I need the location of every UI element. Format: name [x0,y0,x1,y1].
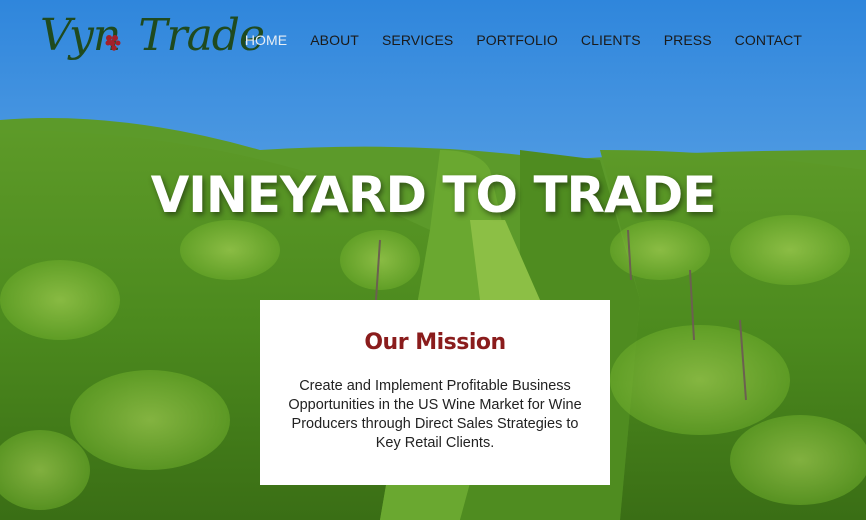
nav-home[interactable]: HOME [245,32,287,48]
nav-about[interactable]: ABOUT [310,32,359,48]
vyntrade-logo[interactable]: Vyn Trade [40,4,265,74]
nav-press[interactable]: PRESS [664,32,712,48]
logo-wordmark: Vyn Trade [40,10,265,61]
nav-services[interactable]: SERVICES [382,32,453,48]
grape-icon [105,35,121,51]
mission-heading: Our Mission [364,330,506,355]
main-nav: HOME ABOUT SERVICES PORTFOLIO CLIENTS PR… [245,32,802,48]
mission-card: Our Mission Create and Implement Profita… [260,300,610,485]
mission-text: Create and Implement Profitable Business… [288,378,582,451]
nav-clients[interactable]: CLIENTS [581,32,641,48]
hero-title: VINEYARD TO TRADE [150,166,717,224]
nav-portfolio[interactable]: PORTFOLIO [476,32,558,48]
nav-contact[interactable]: CONTACT [735,32,802,48]
